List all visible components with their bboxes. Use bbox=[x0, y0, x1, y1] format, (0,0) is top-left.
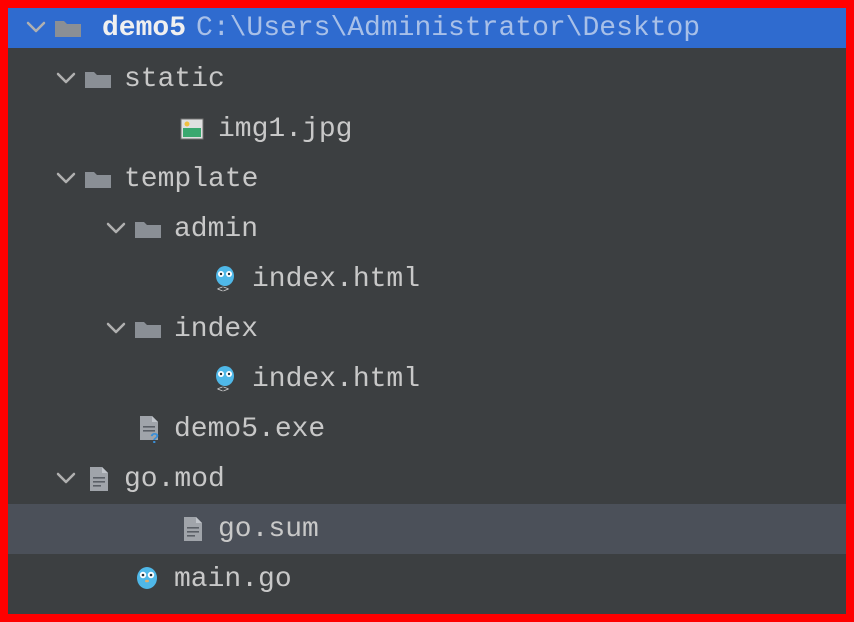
project-root-row[interactable]: demo5 C:\Users\Administrator\Desktop bbox=[8, 8, 846, 48]
project-name: demo5 bbox=[102, 13, 186, 44]
ide-project-panel: demo5 C:\Users\Administrator\Desktop sta… bbox=[0, 0, 854, 622]
file-tree: static img1.jpg template admin inde bbox=[8, 48, 846, 604]
gopher-html-icon bbox=[208, 363, 244, 395]
tree-item-label: main.go bbox=[174, 564, 292, 595]
chevron-down-icon[interactable] bbox=[22, 16, 50, 40]
tree-item-label: admin bbox=[174, 214, 258, 245]
tree-file-go-mod[interactable]: go.mod bbox=[8, 454, 846, 504]
folder-icon bbox=[80, 163, 116, 195]
tree-file-go-sum[interactable]: go.sum bbox=[8, 504, 846, 554]
project-path: C:\Users\Administrator\Desktop bbox=[196, 13, 700, 44]
folder-icon bbox=[130, 213, 166, 245]
gopher-html-icon bbox=[208, 263, 244, 295]
unknown-file-icon bbox=[130, 413, 166, 445]
tree-item-label: demo5.exe bbox=[174, 414, 325, 445]
tree-item-label: img1.jpg bbox=[218, 114, 352, 145]
tree-folder-admin[interactable]: admin bbox=[8, 204, 846, 254]
tree-item-label: index.html bbox=[252, 364, 420, 395]
tree-folder-static[interactable]: static bbox=[8, 54, 846, 104]
image-file-icon bbox=[174, 113, 210, 145]
folder-icon bbox=[80, 63, 116, 95]
doc-file-icon bbox=[174, 513, 210, 545]
folder-icon bbox=[130, 313, 166, 345]
chevron-down-icon[interactable] bbox=[52, 467, 80, 491]
tree-item-label: static bbox=[124, 64, 225, 95]
tree-item-label: template bbox=[124, 164, 258, 195]
chevron-down-icon[interactable] bbox=[102, 217, 130, 241]
tree-file-admin-index[interactable]: index.html bbox=[8, 254, 846, 304]
chevron-down-icon[interactable] bbox=[52, 167, 80, 191]
tree-item-label: index bbox=[174, 314, 258, 345]
tree-file-main-go[interactable]: main.go bbox=[8, 554, 846, 604]
doc-file-icon bbox=[80, 463, 116, 495]
tree-file-index-index[interactable]: index.html bbox=[8, 354, 846, 404]
chevron-down-icon[interactable] bbox=[52, 67, 80, 91]
tree-item-label: go.mod bbox=[124, 464, 225, 495]
chevron-down-icon[interactable] bbox=[102, 317, 130, 341]
tree-file-demo5-exe[interactable]: demo5.exe bbox=[8, 404, 846, 454]
tree-item-label: go.sum bbox=[218, 514, 319, 545]
tree-item-label: index.html bbox=[252, 264, 420, 295]
tree-folder-index[interactable]: index bbox=[8, 304, 846, 354]
folder-icon bbox=[50, 12, 86, 44]
tree-file-img1[interactable]: img1.jpg bbox=[8, 104, 846, 154]
tree-folder-template[interactable]: template bbox=[8, 154, 846, 204]
gopher-icon bbox=[130, 563, 166, 595]
